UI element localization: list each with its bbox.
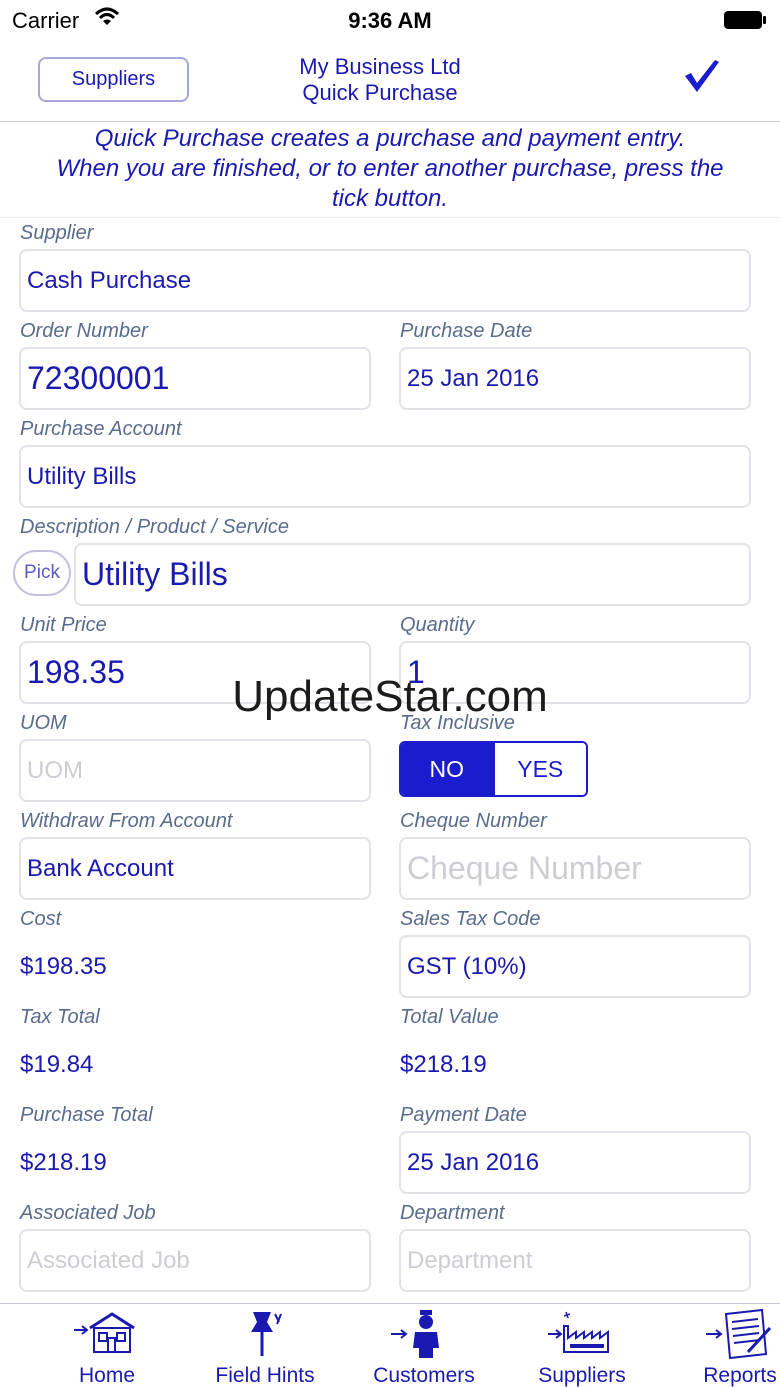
associated-job-label: Associated Job — [20, 1202, 156, 1224]
unit-price-label: Unit Price — [20, 614, 107, 636]
navigation-bar: Suppliers My Business Ltd Quick Purchase — [0, 40, 780, 122]
tab-field-hints-label: Field Hints — [215, 1364, 315, 1387]
tab-field-hints[interactable]: Field Hints — [187, 1304, 343, 1387]
order-number-field[interactable]: 72300001 — [19, 347, 371, 410]
purchase-total-label: Purchase Total — [20, 1104, 153, 1126]
company-name: My Business Ltd — [299, 54, 461, 79]
purchase-date-label: Purchase Date — [400, 320, 533, 342]
uom-field[interactable]: UOM — [19, 739, 371, 802]
description-label: Description / Product / Service — [20, 516, 289, 538]
sales-tax-code-field[interactable]: GST (10%) — [399, 935, 751, 998]
factory-icon — [548, 1311, 609, 1353]
payment-date-label: Payment Date — [400, 1104, 527, 1126]
pushpin-icon — [251, 1312, 282, 1356]
suppliers-back-button[interactable]: Suppliers — [38, 57, 189, 102]
department-field[interactable]: Department — [399, 1229, 751, 1292]
sales-tax-code-label: Sales Tax Code — [400, 908, 541, 930]
total-value-value: $218.19 — [400, 1051, 487, 1078]
cheque-number-label: Cheque Number — [400, 810, 547, 832]
cheque-number-field[interactable]: Cheque Number — [399, 837, 751, 900]
customer-figure-icon — [391, 1310, 439, 1358]
instructions-banner: Quick Purchase creates a purchase and pa… — [0, 123, 780, 218]
purchase-date-field[interactable]: 25 Jan 2016 — [399, 347, 751, 410]
tax-total-label: Tax Total — [20, 1006, 100, 1028]
watermark: UpdateStar.com — [232, 672, 548, 721]
tab-bar: Home Field Hints Customers Suppliers Rep… — [0, 1303, 780, 1387]
associated-job-field[interactable]: Associated Job — [19, 1229, 371, 1292]
instructions-line-3: tick button. — [331, 185, 449, 212]
tax-inclusive-no[interactable]: NO — [401, 743, 493, 795]
quantity-label: Quantity — [400, 614, 475, 636]
tab-home[interactable]: Home — [29, 1304, 185, 1387]
instructions-line-1: Quick Purchase creates a purchase and pa… — [94, 125, 686, 152]
withdraw-account-field[interactable]: Bank Account — [19, 837, 371, 900]
purchase-account-field[interactable]: Utility Bills — [19, 445, 751, 508]
purchase-total-value: $218.19 — [20, 1149, 107, 1176]
payment-date-field[interactable]: 25 Jan 2016 — [399, 1131, 751, 1194]
status-bar: Carrier 9:36 AM — [0, 0, 780, 40]
tab-reports[interactable]: Reports — [662, 1304, 780, 1387]
tab-suppliers[interactable]: Suppliers — [504, 1304, 660, 1387]
supplier-label: Supplier — [20, 222, 94, 244]
supplier-field[interactable]: Cash Purchase — [19, 249, 751, 312]
screen-title: Quick Purchase — [302, 80, 458, 105]
department-label: Department — [400, 1202, 505, 1224]
report-icon — [706, 1308, 772, 1360]
total-value-label: Total Value — [400, 1006, 499, 1028]
tax-total-value: $19.84 — [20, 1051, 94, 1078]
battery-icon — [724, 11, 766, 29]
cost-label: Cost — [20, 908, 62, 930]
tab-reports-label: Reports — [703, 1364, 777, 1387]
tax-inclusive-yes[interactable]: YES — [492, 743, 586, 795]
tick-save-icon[interactable] — [682, 56, 722, 96]
tab-suppliers-label: Suppliers — [538, 1364, 626, 1387]
tab-customers-label: Customers — [373, 1364, 475, 1387]
tab-customers[interactable]: Customers — [346, 1304, 502, 1387]
description-field[interactable]: Utility Bills — [74, 543, 751, 606]
tab-home-label: Home — [78, 1364, 136, 1387]
tax-inclusive-toggle[interactable]: NO YES — [399, 741, 588, 797]
cost-value: $198.35 — [20, 953, 107, 980]
purchase-account-label: Purchase Account — [20, 418, 182, 440]
nav-title: My Business Ltd Quick Purchase — [240, 54, 520, 106]
home-icon — [74, 1312, 135, 1353]
pick-button[interactable]: Pick — [13, 550, 71, 596]
withdraw-account-label: Withdraw From Account — [20, 810, 233, 832]
clock: 9:36 AM — [348, 8, 432, 33]
instructions-line-2: When you are finished, or to enter anoth… — [56, 155, 724, 182]
uom-label: UOM — [20, 712, 67, 734]
order-number-label: Order Number — [20, 320, 148, 342]
